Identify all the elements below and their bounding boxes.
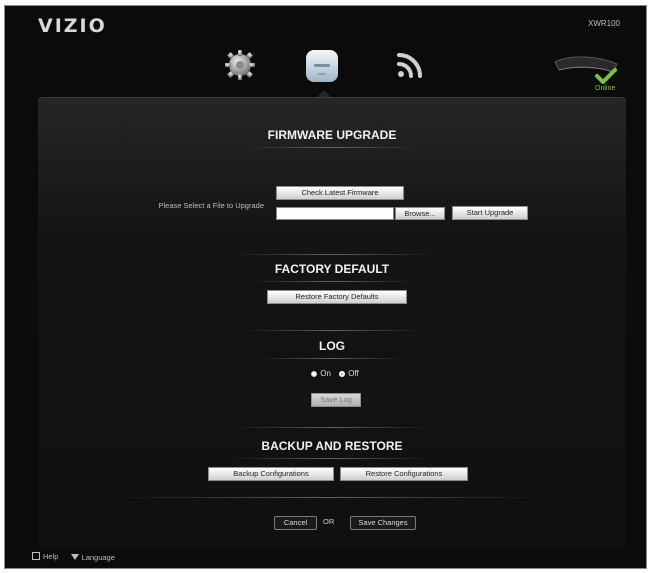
router-icon bbox=[306, 50, 338, 82]
model-label: XWR100 bbox=[587, 19, 620, 28]
restore-factory-defaults-button[interactable]: Restore Factory Defaults bbox=[267, 290, 407, 304]
nav-settings[interactable] bbox=[223, 48, 257, 82]
help-icon bbox=[32, 552, 40, 560]
nav-router[interactable] bbox=[302, 46, 342, 86]
or-label: OR bbox=[323, 517, 335, 526]
device-status-icon bbox=[551, 50, 623, 90]
cancel-button[interactable]: Cancel bbox=[274, 516, 317, 530]
help-link[interactable]: Help bbox=[32, 552, 58, 561]
log-title: LOG bbox=[319, 339, 345, 353]
app-window: VIZIO XWR100 Online FIRMWARE UPGRADE Che… bbox=[4, 5, 647, 569]
divider bbox=[243, 330, 423, 331]
nav-wireless[interactable] bbox=[393, 48, 429, 82]
log-on-label: On bbox=[320, 369, 331, 378]
divider bbox=[233, 427, 433, 428]
chevron-down-icon bbox=[70, 554, 79, 560]
divider bbox=[248, 147, 416, 148]
restore-configurations-button[interactable]: Restore Configurations bbox=[340, 467, 468, 481]
log-toggle: On Off bbox=[38, 369, 626, 378]
firmware-file-input[interactable] bbox=[276, 207, 394, 220]
footer: Help Language bbox=[32, 552, 125, 563]
select-file-label: Please Select a File to Upgrade bbox=[158, 201, 264, 210]
save-changes-button[interactable]: Save Changes bbox=[350, 516, 416, 530]
divider bbox=[248, 281, 416, 282]
divider bbox=[233, 254, 433, 255]
check-latest-firmware-button[interactable]: Check Latest Firmware bbox=[276, 186, 404, 200]
brand-logo: VIZIO bbox=[38, 15, 107, 37]
settings-panel: FIRMWARE UPGRADE Check Latest Firmware P… bbox=[38, 97, 626, 549]
divider bbox=[258, 358, 406, 359]
save-log-button[interactable]: Save Log bbox=[311, 393, 361, 407]
browse-button[interactable]: Browse... bbox=[395, 207, 445, 220]
divider bbox=[118, 497, 538, 498]
divider bbox=[233, 458, 433, 459]
language-link[interactable]: Language bbox=[70, 552, 115, 562]
backup-configurations-button[interactable]: Backup Configurations bbox=[208, 467, 334, 481]
start-upgrade-button[interactable]: Start Upgrade bbox=[452, 206, 528, 220]
wireless-icon bbox=[397, 53, 422, 78]
factory-default-title: FACTORY DEFAULT bbox=[274, 262, 390, 276]
backup-restore-title: BACKUP AND RESTORE bbox=[261, 439, 403, 453]
log-on-radio[interactable] bbox=[311, 370, 318, 377]
language-label: Language bbox=[81, 552, 115, 562]
firmware-upgrade-title: FIRMWARE UPGRADE bbox=[267, 128, 397, 142]
gear-icon bbox=[225, 50, 255, 80]
log-off-label: Off bbox=[348, 369, 359, 378]
device-status-label: Online bbox=[595, 85, 616, 92]
help-label: Help bbox=[43, 551, 59, 561]
log-off-radio[interactable] bbox=[339, 370, 346, 377]
device-online-icon bbox=[554, 56, 618, 84]
